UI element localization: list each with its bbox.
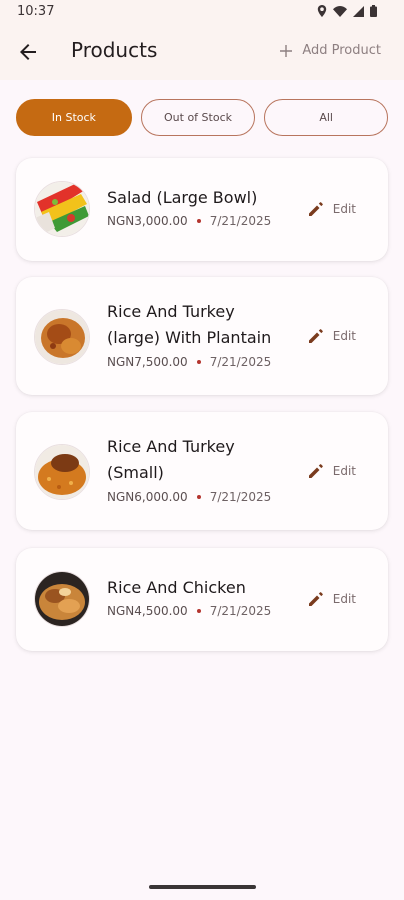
separator-dot — [196, 495, 201, 499]
product-name: Rice And Chicken — [107, 578, 246, 597]
separator-dot — [196, 360, 201, 364]
product-meta: NGN6,000.00 7/21/2025 — [107, 490, 271, 504]
tab-in-stock[interactable]: In Stock — [16, 99, 132, 136]
pencil-icon — [308, 202, 323, 216]
product-date: 7/21/2025 — [209, 490, 272, 504]
product-date: 7/21/2025 — [209, 214, 272, 228]
edit-label: Edit — [332, 329, 356, 343]
add-product-button[interactable]: Add Product — [280, 43, 381, 58]
signal-icon — [353, 5, 364, 17]
product-image — [34, 309, 90, 365]
product-image — [34, 181, 90, 237]
product-price: NGN7,500.00 — [107, 355, 188, 369]
app-bar: Products Add Product — [0, 24, 404, 80]
add-product-label: Add Product — [302, 43, 381, 58]
stock-filter-tabs: In Stock Out of Stock All — [16, 99, 388, 136]
product-price: NGN3,000.00 — [107, 214, 188, 228]
page-title: Products — [71, 38, 158, 62]
back-arrow-icon[interactable] — [16, 40, 40, 64]
edit-label: Edit — [332, 202, 356, 216]
product-price: NGN6,000.00 — [107, 490, 188, 504]
product-name: Rice And Turkey (large) With Plantain — [107, 302, 272, 347]
product-meta: NGN7,500.00 7/21/2025 — [107, 355, 271, 369]
pencil-icon — [308, 464, 323, 478]
product-card[interactable]: Rice And Turkey (large) With Plantain NG… — [16, 277, 388, 395]
edit-button[interactable]: Edit — [308, 463, 356, 479]
separator-dot — [196, 609, 201, 613]
product-image — [34, 444, 90, 500]
edit-label: Edit — [332, 592, 356, 606]
product-name: Salad (Large Bowl) — [107, 188, 258, 207]
separator-dot — [196, 219, 201, 223]
edit-label: Edit — [332, 464, 356, 478]
location-icon — [317, 5, 327, 17]
product-name: Rice And Turkey (Small) — [107, 437, 235, 482]
status-icons — [317, 5, 377, 17]
product-card[interactable]: Rice And Chicken NGN4,500.00 7/21/2025 E… — [16, 548, 388, 651]
edit-button[interactable]: Edit — [308, 591, 356, 607]
tab-all[interactable]: All — [264, 99, 388, 136]
product-date: 7/21/2025 — [209, 355, 272, 369]
product-card[interactable]: Salad (Large Bowl) NGN3,000.00 7/21/2025… — [16, 158, 388, 261]
pencil-icon — [308, 329, 323, 343]
pencil-icon — [308, 592, 323, 606]
gesture-nav-bar[interactable] — [149, 885, 256, 889]
product-meta: NGN3,000.00 7/21/2025 — [107, 214, 271, 228]
status-bar: 10:37 — [0, 0, 404, 24]
product-meta: NGN4,500.00 7/21/2025 — [107, 604, 271, 618]
tab-out-of-stock[interactable]: Out of Stock — [140, 99, 256, 136]
product-date: 7/21/2025 — [209, 604, 272, 618]
plus-icon — [280, 44, 293, 57]
battery-icon — [370, 5, 377, 17]
product-card[interactable]: Rice And Turkey (Small) NGN6,000.00 7/21… — [16, 412, 388, 530]
wifi-icon — [333, 5, 347, 17]
edit-button[interactable]: Edit — [308, 328, 356, 344]
status-time: 10:37 — [17, 4, 55, 19]
product-image — [34, 571, 90, 627]
product-price: NGN4,500.00 — [107, 604, 188, 618]
edit-button[interactable]: Edit — [308, 201, 356, 217]
